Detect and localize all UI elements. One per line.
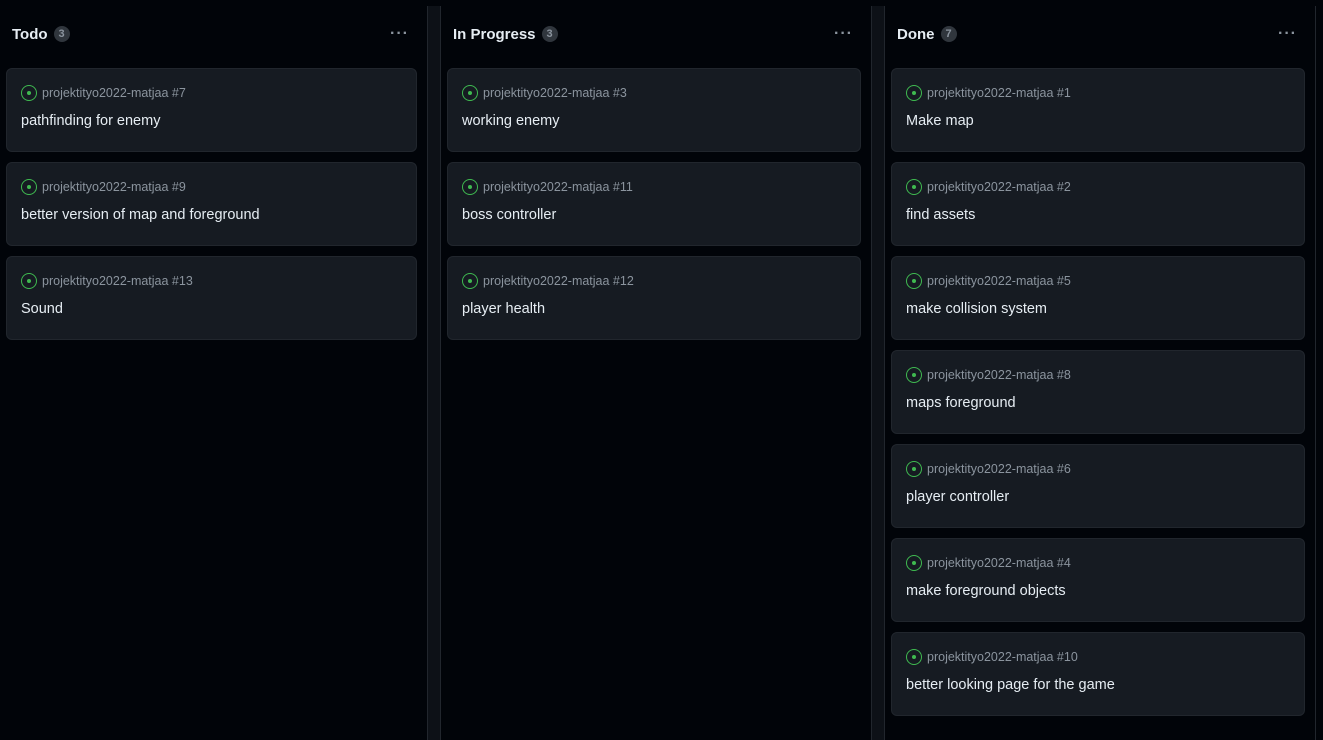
column-header: In Progress 3 ··· [441, 6, 871, 62]
card-title[interactable]: make collision system [906, 301, 1290, 317]
card-title[interactable]: find assets [906, 207, 1290, 223]
column-gutter [428, 6, 440, 740]
column-todo: Todo 3 ··· projektityo2022-matjaa #7 pat… [0, 6, 428, 740]
card-title[interactable]: better version of map and foreground [21, 207, 402, 223]
card-meta: projektityo2022-matjaa #2 [906, 177, 1290, 197]
card-list: projektityo2022-matjaa #3 working enemy … [447, 68, 861, 340]
column-header: Done 7 ··· [885, 6, 1315, 62]
project-board: Todo 3 ··· projektityo2022-matjaa #7 pat… [0, 0, 1323, 740]
card-title[interactable]: Make map [906, 113, 1290, 129]
card-title[interactable]: player controller [906, 489, 1290, 505]
card-title[interactable]: maps foreground [906, 395, 1290, 411]
column-done: Done 7 ··· projektityo2022-matjaa #1 Mak… [884, 6, 1316, 740]
issue-opened-icon [906, 555, 922, 571]
card-repo-ref: projektityo2022-matjaa #10 [927, 650, 1078, 664]
card-repo-ref: projektityo2022-matjaa #5 [927, 274, 1071, 288]
card-meta: projektityo2022-matjaa #4 [906, 553, 1290, 573]
card-title[interactable]: pathfinding for enemy [21, 113, 402, 129]
column-count-badge: 7 [940, 26, 957, 42]
card-meta: projektityo2022-matjaa #13 [21, 271, 402, 291]
issue-opened-icon [906, 179, 922, 195]
card-meta: projektityo2022-matjaa #3 [462, 83, 846, 103]
card-repo-ref: projektityo2022-matjaa #4 [927, 556, 1071, 570]
issue-opened-icon [462, 273, 478, 289]
card-title[interactable]: make foreground objects [906, 583, 1290, 599]
issue-opened-icon [906, 649, 922, 665]
card-meta: projektityo2022-matjaa #8 [906, 365, 1290, 385]
issue-opened-icon [21, 179, 37, 195]
card-meta: projektityo2022-matjaa #10 [906, 647, 1290, 667]
card-repo-ref: projektityo2022-matjaa #11 [483, 180, 633, 194]
card-repo-ref: projektityo2022-matjaa #9 [42, 180, 186, 194]
column-menu-button[interactable]: ··· [828, 23, 859, 45]
column-title: Todo [12, 25, 48, 43]
card-repo-ref: projektityo2022-matjaa #2 [927, 180, 1071, 194]
issue-card[interactable]: projektityo2022-matjaa #1 Make map [891, 68, 1305, 152]
card-repo-ref: projektityo2022-matjaa #6 [927, 462, 1071, 476]
card-repo-ref: projektityo2022-matjaa #3 [483, 86, 627, 100]
issue-opened-icon [21, 273, 37, 289]
issue-card[interactable]: projektityo2022-matjaa #4 make foregroun… [891, 538, 1305, 622]
issue-card[interactable]: projektityo2022-matjaa #2 find assets [891, 162, 1305, 246]
card-meta: projektityo2022-matjaa #12 [462, 271, 846, 291]
card-meta: projektityo2022-matjaa #11 [462, 177, 846, 197]
issue-opened-icon [906, 85, 922, 101]
card-list: projektityo2022-matjaa #7 pathfinding fo… [6, 68, 417, 340]
card-title[interactable]: better looking page for the game [906, 677, 1290, 693]
card-list: projektityo2022-matjaa #1 Make map proje… [891, 68, 1305, 716]
column-count-badge: 3 [541, 26, 558, 42]
issue-card[interactable]: projektityo2022-matjaa #8 maps foregroun… [891, 350, 1305, 434]
issue-card[interactable]: projektityo2022-matjaa #13 Sound [6, 256, 417, 340]
issue-opened-icon [906, 367, 922, 383]
issue-card[interactable]: projektityo2022-matjaa #12 player health [447, 256, 861, 340]
column-in-progress: In Progress 3 ··· projektityo2022-matjaa… [440, 6, 872, 740]
issue-opened-icon [906, 273, 922, 289]
card-meta: projektityo2022-matjaa #9 [21, 177, 402, 197]
card-meta: projektityo2022-matjaa #1 [906, 83, 1290, 103]
issue-card[interactable]: projektityo2022-matjaa #11 boss controll… [447, 162, 861, 246]
issue-opened-icon [462, 85, 478, 101]
card-repo-ref: projektityo2022-matjaa #8 [927, 368, 1071, 382]
card-meta: projektityo2022-matjaa #6 [906, 459, 1290, 479]
card-meta: projektityo2022-matjaa #5 [906, 271, 1290, 291]
issue-opened-icon [906, 461, 922, 477]
card-repo-ref: projektityo2022-matjaa #12 [483, 274, 634, 288]
column-gutter [872, 6, 884, 740]
card-title[interactable]: working enemy [462, 113, 846, 129]
issue-opened-icon [462, 179, 478, 195]
card-meta: projektityo2022-matjaa #7 [21, 83, 402, 103]
issue-card[interactable]: projektityo2022-matjaa #5 make collision… [891, 256, 1305, 340]
issue-card[interactable]: projektityo2022-matjaa #3 working enemy [447, 68, 861, 152]
column-header: Todo 3 ··· [0, 6, 427, 62]
card-repo-ref: projektityo2022-matjaa #13 [42, 274, 193, 288]
card-title[interactable]: Sound [21, 301, 402, 317]
card-repo-ref: projektityo2022-matjaa #7 [42, 86, 186, 100]
column-menu-button[interactable]: ··· [1272, 23, 1303, 45]
column-menu-button[interactable]: ··· [384, 23, 415, 45]
column-count-badge: 3 [53, 26, 70, 42]
card-repo-ref: projektityo2022-matjaa #1 [927, 86, 1071, 100]
column-title: In Progress [453, 25, 536, 43]
issue-opened-icon [21, 85, 37, 101]
issue-card[interactable]: projektityo2022-matjaa #9 better version… [6, 162, 417, 246]
card-title[interactable]: player health [462, 301, 846, 317]
issue-card[interactable]: projektityo2022-matjaa #10 better lookin… [891, 632, 1305, 716]
issue-card[interactable]: projektityo2022-matjaa #7 pathfinding fo… [6, 68, 417, 152]
column-title: Done [897, 25, 935, 43]
card-title[interactable]: boss controller [462, 207, 846, 223]
issue-card[interactable]: projektityo2022-matjaa #6 player control… [891, 444, 1305, 528]
